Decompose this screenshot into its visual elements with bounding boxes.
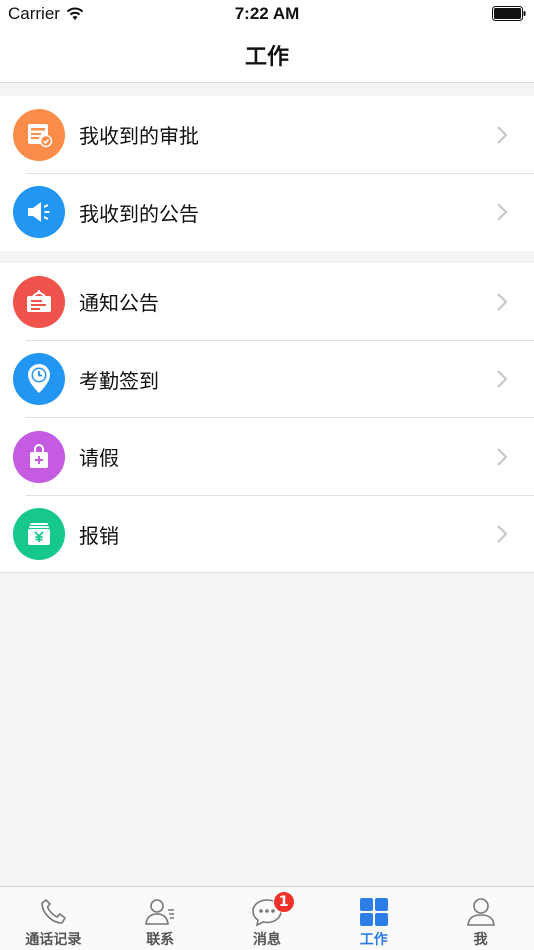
contacts-icon xyxy=(145,899,175,925)
menu-item-label: 报销 xyxy=(79,523,119,548)
menu-group-work: 通知公告 考勤签到 请假 报销 xyxy=(0,263,534,573)
tab-me[interactable]: 我 xyxy=(427,887,534,950)
notice-board-icon xyxy=(13,275,65,328)
tab-call-log[interactable]: 通话记录 xyxy=(0,887,107,950)
yen-icon xyxy=(13,508,65,561)
approval-icon xyxy=(13,108,65,161)
menu-item-received-approval[interactable]: 我收到的审批 xyxy=(0,96,534,174)
tab-label: 工作 xyxy=(359,932,388,948)
bag-icon xyxy=(13,430,65,483)
menu-item-label: 请假 xyxy=(79,446,119,471)
menu-item-leave[interactable]: 请假 xyxy=(0,418,534,496)
menu-item-label: 考勤签到 xyxy=(79,368,159,393)
tab-label: 联系 xyxy=(146,932,175,948)
row-divider xyxy=(0,572,534,573)
menu-item-received-announcement[interactable]: 我收到的公告 xyxy=(0,174,534,252)
clock-pin-icon xyxy=(13,353,65,406)
tab-bar: 通话记录 联系 消息 1 工作 我 xyxy=(0,886,534,950)
user-icon xyxy=(466,898,495,926)
navigation-bar: 工作 xyxy=(0,28,534,83)
chevron-right-icon xyxy=(497,203,508,222)
menu-item-label: 我收到的公告 xyxy=(79,201,199,226)
menu-item-attendance[interactable]: 考勤签到 xyxy=(0,341,534,418)
tab-label: 消息 xyxy=(252,932,281,948)
chevron-right-icon xyxy=(497,370,508,389)
unread-badge: 1 xyxy=(272,891,295,913)
chevron-right-icon xyxy=(497,125,508,144)
tab-label: 我 xyxy=(473,932,488,948)
tab-messages[interactable]: 消息 1 xyxy=(214,887,321,950)
menu-item-label: 我收到的审批 xyxy=(79,124,199,149)
menu-item-notice[interactable]: 通知公告 xyxy=(0,263,534,341)
chevron-right-icon xyxy=(497,292,508,311)
status-time: 7:22 AM xyxy=(234,4,300,23)
tab-work[interactable]: 工作 xyxy=(320,887,427,950)
tab-label: 通话记录 xyxy=(25,932,82,948)
chevron-right-icon xyxy=(497,525,508,544)
status-bar: Carrier 7:22 AM xyxy=(0,0,534,28)
grid-icon xyxy=(359,898,388,926)
menu-item-reimbursement[interactable]: 报销 xyxy=(0,496,534,573)
megaphone-icon xyxy=(13,186,65,239)
chevron-right-icon xyxy=(497,447,508,466)
tab-contacts[interactable]: 联系 xyxy=(107,887,214,950)
menu-item-label: 通知公告 xyxy=(79,291,159,316)
menu-group-received: 我收到的审批 我收到的公告 xyxy=(0,96,534,251)
phone-icon xyxy=(41,899,67,924)
battery-icon xyxy=(492,6,526,21)
page-title: 工作 xyxy=(244,45,289,70)
